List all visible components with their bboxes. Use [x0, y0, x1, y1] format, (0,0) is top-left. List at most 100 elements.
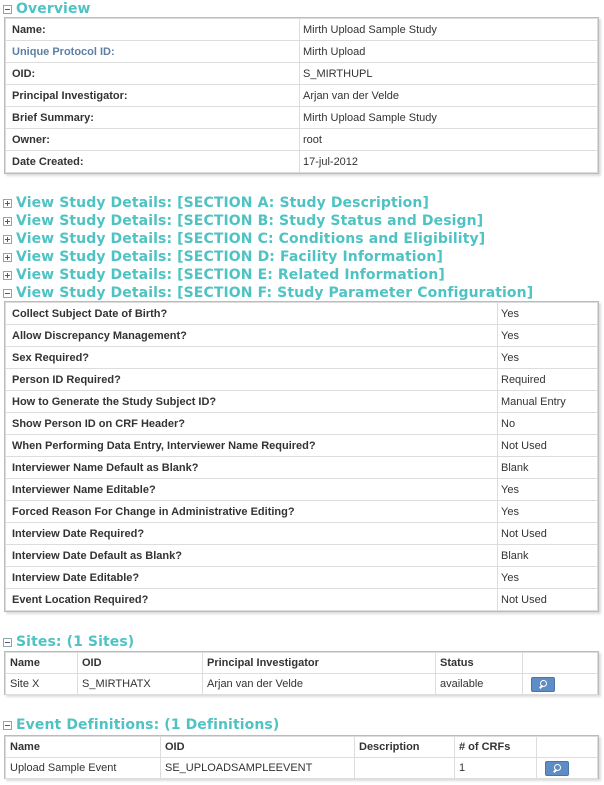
event-actions [536, 757, 598, 779]
section-f-title[interactable]: View Study Details: [SECTION F: Study Pa… [16, 285, 533, 301]
parameter-label: Interviewer Name Default as Blank? [5, 456, 498, 479]
parameter-value: Not Used [497, 588, 598, 611]
site-oid: S_MIRTHATX [77, 673, 203, 695]
section-f-toggle[interactable]: View Study Details: [SECTION F: Study Pa… [0, 284, 533, 302]
column-header: Description [354, 736, 455, 758]
parameter-value: Yes [497, 302, 598, 325]
events-header[interactable]: Event Definitions: (1 Definitions) [0, 716, 279, 734]
view-event-button[interactable] [545, 760, 569, 776]
parameter-value: Not Used [497, 434, 598, 457]
event-oid: SE_UPLOADSAMPLEEVENT [160, 757, 355, 779]
sites-header[interactable]: Sites: (1 Sites) [0, 633, 134, 651]
parameter-value: Yes [497, 478, 598, 501]
section-e-title[interactable]: View Study Details: [SECTION E: Related … [16, 267, 445, 283]
field-label: Brief Summary: [5, 106, 300, 129]
sites-panel: Name OID Principal Investigator Status S… [4, 651, 599, 695]
section-b-title[interactable]: View Study Details: [SECTION B: Study St… [16, 213, 483, 229]
parameter-row: When Performing Data Entry, Interviewer … [5, 434, 598, 457]
site-status: available [435, 673, 523, 695]
table-row: Upload Sample Event SE_UPLOADSAMPLEEVENT… [5, 757, 598, 779]
parameter-row: Person ID Required? Required [5, 368, 598, 391]
sites-table: Name OID Principal Investigator Status S… [5, 652, 598, 695]
overview-row-pi: Principal Investigator: Arjan van der Ve… [5, 84, 598, 107]
unique-protocol-id-link[interactable]: Unique Protocol ID: [5, 40, 300, 63]
column-header: Status [435, 652, 523, 674]
expand-icon[interactable] [3, 198, 12, 208]
field-value: Mirth Upload [299, 40, 598, 63]
section-e-toggle[interactable]: View Study Details: [SECTION E: Related … [0, 266, 445, 284]
section-a-title[interactable]: View Study Details: [SECTION A: Study De… [16, 195, 429, 211]
column-header [522, 652, 598, 674]
parameter-value: Yes [497, 346, 598, 369]
table-header-row: Name OID Principal Investigator Status [5, 652, 598, 674]
parameter-label: Collect Subject Date of Birth? [5, 302, 498, 325]
parameter-value: No [497, 412, 598, 435]
overview-row-oid: OID: S_MIRTHUPL [5, 62, 598, 85]
section-c-toggle[interactable]: View Study Details: [SECTION C: Conditio… [0, 230, 485, 248]
parameter-label: Person ID Required? [5, 368, 498, 391]
parameter-row: Interviewer Name Editable? Yes [5, 478, 598, 501]
section-b-toggle[interactable]: View Study Details: [SECTION B: Study St… [0, 212, 483, 230]
field-label: Date Created: [5, 150, 300, 173]
site-name: Site X [5, 673, 78, 695]
view-site-button[interactable] [531, 676, 555, 692]
column-header: Name [5, 736, 161, 758]
field-value: 17-jul-2012 [299, 150, 598, 173]
parameter-label: When Performing Data Entry, Interviewer … [5, 434, 498, 457]
column-header [536, 736, 598, 758]
overview-row-date-created: Date Created: 17-jul-2012 [5, 150, 598, 173]
collapse-icon[interactable] [3, 720, 12, 730]
column-header: # of CRFs [454, 736, 537, 758]
parameter-label: Interview Date Default as Blank? [5, 544, 498, 567]
sites-title: Sites: (1 Sites) [16, 634, 135, 650]
parameter-row: Interviewer Name Default as Blank? Blank [5, 456, 598, 479]
parameter-row: Interview Date Editable? Yes [5, 566, 598, 589]
column-header: OID [160, 736, 355, 758]
field-label: Principal Investigator: [5, 84, 300, 107]
field-value: Mirth Upload Sample Study [299, 106, 598, 129]
parameter-label: Show Person ID on CRF Header? [5, 412, 498, 435]
parameter-label: Allow Discrepancy Management? [5, 324, 498, 347]
parameter-label: Sex Required? [5, 346, 498, 369]
expand-icon[interactable] [3, 252, 12, 262]
expand-icon[interactable] [3, 234, 12, 244]
event-description [354, 757, 455, 779]
parameter-row: How to Generate the Study Subject ID? Man… [5, 390, 598, 413]
overview-row-name: Name: Mirth Upload Sample Study [5, 18, 598, 41]
column-header: OID [77, 652, 203, 674]
collapse-icon[interactable] [3, 288, 12, 298]
collapse-icon[interactable] [3, 637, 12, 647]
field-value: S_MIRTHUPL [299, 62, 598, 85]
overview-title: Overview [16, 1, 91, 17]
parameter-row: Allow Discrepancy Management? Yes [5, 324, 598, 347]
parameter-value: Yes [497, 500, 598, 523]
collapse-icon[interactable] [3, 4, 12, 14]
parameter-row: Interview Date Default as Blank? Blank [5, 544, 598, 567]
table-row: Site X S_MIRTHATX Arjan van der Velde av… [5, 673, 598, 695]
parameter-row: Collect Subject Date of Birth? Yes [5, 302, 598, 325]
events-panel: Name OID Description # of CRFs Upload Sa… [4, 735, 599, 779]
site-pi: Arjan van der Velde [202, 673, 436, 695]
parameter-label: Forced Reason For Change in Administrati… [5, 500, 498, 523]
section-d-title[interactable]: View Study Details: [SECTION D: Facility… [16, 249, 443, 265]
table-header-row: Name OID Description # of CRFs [5, 736, 598, 758]
expand-icon[interactable] [3, 216, 12, 226]
parameter-label: Event Location Required? [5, 588, 498, 611]
parameter-label: Interview Date Editable? [5, 566, 498, 589]
overview-row-protocol-id: Unique Protocol ID: Mirth Upload [5, 40, 598, 63]
section-a-toggle[interactable]: View Study Details: [SECTION A: Study De… [0, 194, 429, 212]
parameter-row: Event Location Required? Not Used [5, 588, 598, 611]
parameter-row: Interview Date Required? Not Used [5, 522, 598, 545]
section-c-title[interactable]: View Study Details: [SECTION C: Conditio… [16, 231, 485, 247]
field-label: Name: [5, 18, 300, 41]
overview-header[interactable]: Overview [0, 0, 91, 18]
overview-panel: Name: Mirth Upload Sample Study Unique P… [4, 17, 599, 174]
site-actions [522, 673, 598, 695]
overview-table: Name: Mirth Upload Sample Study Unique P… [5, 18, 598, 173]
expand-icon[interactable] [3, 270, 12, 280]
section-d-toggle[interactable]: View Study Details: [SECTION D: Facility… [0, 248, 443, 266]
parameter-label: How to Generate the Study Subject ID? [5, 390, 498, 413]
field-value: root [299, 128, 598, 151]
parameter-value: Not Used [497, 522, 598, 545]
parameters-panel: Collect Subject Date of Birth? Yes Allow … [4, 301, 599, 612]
